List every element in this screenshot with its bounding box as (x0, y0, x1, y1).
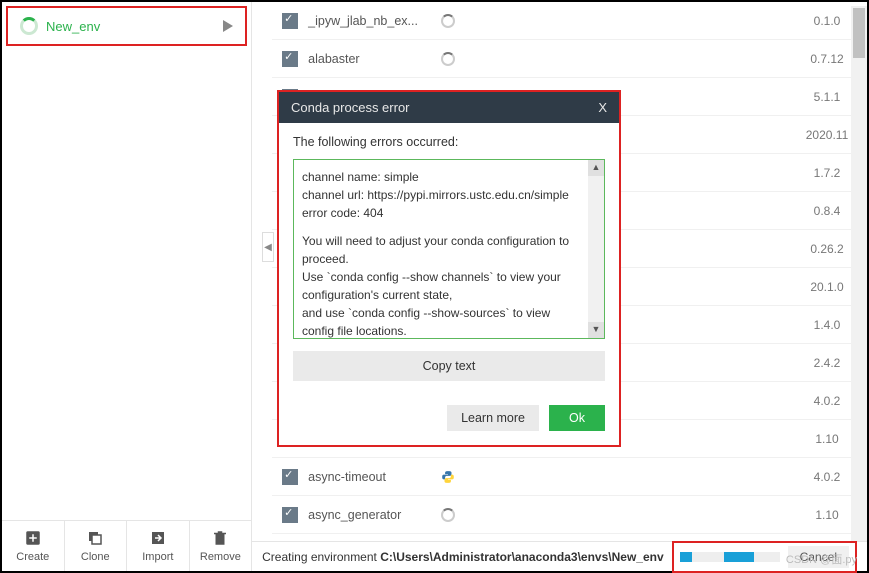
checkbox-icon[interactable] (282, 51, 298, 67)
error-dialog: Conda process error X The following erro… (277, 90, 621, 447)
checkbox-icon[interactable] (282, 469, 298, 485)
play-icon[interactable] (223, 20, 233, 32)
dialog-message: The following errors occurred: (293, 135, 605, 149)
sidebar: New_env Create Clone Import Remove (2, 2, 252, 571)
trash-icon (211, 529, 229, 547)
plus-icon (24, 529, 42, 547)
learn-more-button[interactable]: Learn more (447, 405, 539, 431)
package-name: _ipyw_jlab_nb_ex... (308, 14, 428, 28)
spinner-icon (20, 17, 38, 35)
checkbox-icon[interactable] (282, 507, 298, 523)
progress-bar (680, 552, 780, 562)
import-icon (149, 529, 167, 547)
package-name: async-timeout (308, 470, 428, 484)
status-bar: Creating environment C:\Users\Administra… (252, 541, 867, 571)
dialog-titlebar[interactable]: Conda process error X (279, 92, 619, 123)
scrollbar-thumb[interactable] (853, 8, 865, 58)
package-name: async_generator (308, 508, 428, 522)
package-name: alabaster (308, 52, 428, 66)
remove-button[interactable]: Remove (190, 521, 252, 571)
watermark: CSDN @面.py (786, 551, 857, 567)
sidebar-collapse-handle[interactable]: ◀ (262, 232, 274, 262)
status-text: Creating environment C:\Users\Administra… (262, 550, 664, 564)
ok-button[interactable]: Ok (549, 405, 605, 431)
clone-button[interactable]: Clone (65, 521, 128, 571)
error-text-box[interactable]: channel name: simple channel url: https:… (293, 159, 605, 339)
package-row[interactable]: async-timeout4.0.2 (272, 458, 867, 496)
checkbox-icon[interactable] (282, 13, 298, 29)
loading-icon (441, 14, 455, 28)
package-row[interactable]: alabaster0.7.12 (272, 40, 867, 78)
sidebar-actions: Create Clone Import Remove (2, 520, 251, 571)
import-button[interactable]: Import (127, 521, 190, 571)
create-button[interactable]: Create (2, 521, 65, 571)
textbox-scrollbar[interactable]: ▲ ▼ (588, 160, 604, 338)
loading-icon (441, 52, 455, 66)
scroll-up-icon[interactable]: ▲ (588, 160, 604, 176)
package-row[interactable]: async_generator1.10 (272, 496, 867, 534)
python-icon (441, 470, 455, 484)
clone-icon (86, 529, 104, 547)
env-label: New_env (46, 19, 215, 34)
package-row[interactable]: _ipyw_jlab_nb_ex...0.1.0 (272, 2, 867, 40)
close-icon[interactable]: X (598, 100, 607, 115)
dialog-title: Conda process error (291, 100, 410, 115)
scroll-down-icon[interactable]: ▼ (588, 322, 604, 338)
loading-icon (441, 508, 455, 522)
env-item-new-env[interactable]: New_env (6, 6, 247, 46)
scrollbar[interactable] (851, 6, 867, 541)
copy-text-button[interactable]: Copy text (293, 351, 605, 381)
